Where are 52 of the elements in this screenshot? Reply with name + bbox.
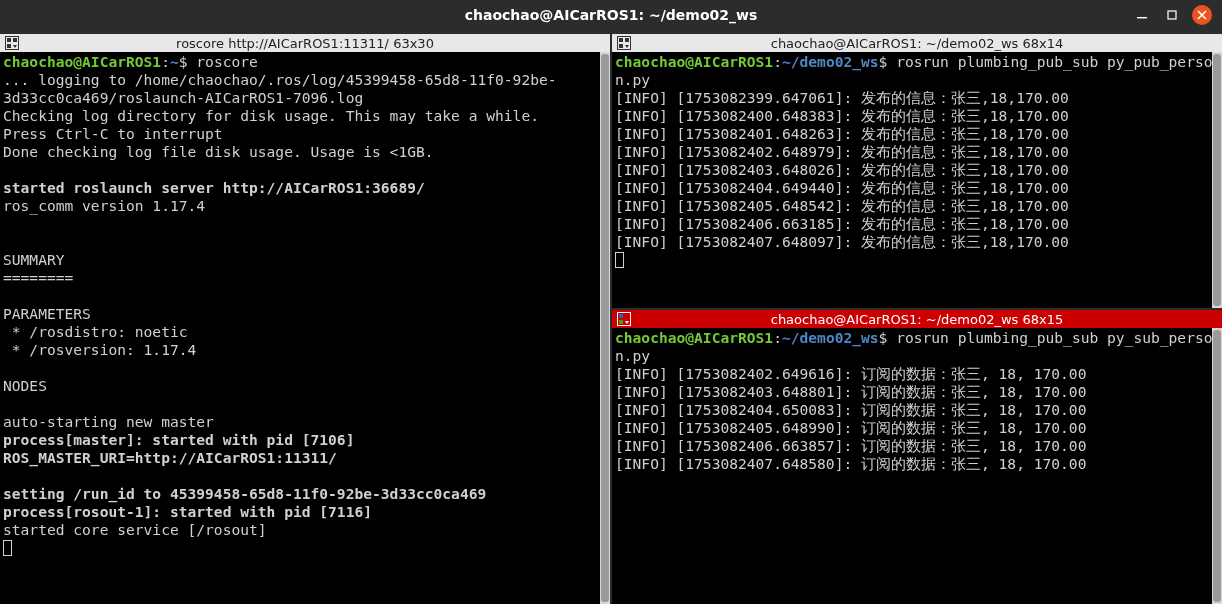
output-line: ros_comm version 1.17.4 <box>3 197 207 215</box>
output-line: n.py <box>615 347 652 365</box>
output-line: ======== <box>3 269 75 287</box>
output-line: ROS_MASTER_URI=http://AICarROS1:11311/ <box>3 449 338 467</box>
scrollbar[interactable] <box>1212 52 1222 308</box>
output-line: Done checking log file disk usage. Usage is <1GB. <box>3 143 435 161</box>
output-line: * /rosdistro: noetic <box>10 323 189 341</box>
output-line: [INFO] [1753082405.648990]: 订阅的数据：张三, 18, 170.00 <box>615 419 1088 437</box>
output-line: 3d33cc0ca469/roslaunch-AICarROS1-7096.log <box>3 89 365 107</box>
output-line: setting /run_id to 45399458-65d8-11f0-92be-3d33cc0ca469 <box>3 485 488 503</box>
output-line: [INFO] [1753082404.650083]: 订阅的数据：张三, 18, 170.00 <box>615 401 1088 419</box>
output-line: [INFO] [1753082403.648026]: 发布的信息：张三,18,170.00 <box>615 161 1070 179</box>
output-line: [INFO] [1753082404.649440]: 发布的信息：张三,18,170.00 <box>615 179 1070 197</box>
pane-title: chaochao@AICarROS1: ~/demo02_ws 68x14 <box>770 35 1064 51</box>
output-line: [INFO] [1753082406.663857]: 订阅的数据：张三, 18, 170.00 <box>615 437 1088 455</box>
text-cursor <box>3 540 12 556</box>
scrollbar[interactable] <box>600 52 610 604</box>
output-line: n.py <box>615 71 652 89</box>
output-line: NODES <box>3 377 48 395</box>
output-line: process[rosout-1]: started with pid [7116] <box>3 503 374 521</box>
close-button[interactable] <box>1192 5 1212 25</box>
pane-title: chaochao@AICarROS1: ~/demo02_ws 68x15 <box>770 311 1064 327</box>
output-line: started roslaunch server http://AICarROS1:36689/ <box>3 179 426 197</box>
output-line: SUMMARY <box>3 251 66 269</box>
output-line: PARAMETERS <box>3 305 92 323</box>
output-line: started core service [/rosout] <box>3 521 268 539</box>
scrollbar[interactable] <box>1212 328 1222 604</box>
output-line: [INFO] [1753082405.648542]: 发布的信息：张三,18,170.00 <box>615 197 1070 215</box>
terminal-grid-icon[interactable] <box>617 36 631 50</box>
output-line: [INFO] [1753082402.648979]: 发布的信息：张三,18,170.00 <box>615 143 1070 161</box>
output-line: auto-starting new master <box>3 413 215 431</box>
output-line: [INFO] [1753082401.648263]: 发布的信息：张三,18,170.00 <box>615 125 1070 143</box>
prompt-line: chaochao@AICarROS1:~$ roscore <box>3 53 259 71</box>
output-line: [INFO] [1753082407.648097]: 发布的信息：张三,18,170.00 <box>615 233 1070 251</box>
text-cursor <box>615 252 624 268</box>
close-icon <box>1197 10 1207 20</box>
output-line: [INFO] [1753082399.647061]: 发布的信息：张三,18,170.00 <box>615 89 1070 107</box>
minimize-icon <box>1137 17 1147 19</box>
output-line: Checking log directory for disk usage. This may take a while. <box>3 107 540 125</box>
output-line: [INFO] [1753082402.649616]: 订阅的数据：张三, 18, 170.00 <box>615 365 1088 383</box>
output-line: [INFO] [1753082406.663185]: 发布的信息：张三,18,170.00 <box>615 215 1070 233</box>
output-line: [INFO] [1753082407.648580]: 订阅的数据：张三, 18, 170.00 <box>615 455 1088 473</box>
window-title: chaochao@AICarROS1: ~/demo02_ws <box>464 7 758 23</box>
output-line: Press Ctrl-C to interrupt <box>3 125 224 143</box>
output-line: [INFO] [1753082400.648383]: 发布的信息：张三,18,170.00 <box>615 107 1070 125</box>
maximize-icon <box>1166 9 1178 21</box>
terminal-grid-icon[interactable] <box>5 36 19 50</box>
output-line: ... logging to /home/chaochao/.ros/log/45399458-65d8-11f0-92be- <box>3 71 558 89</box>
output-line: process[master]: started with pid [7106] <box>3 431 356 449</box>
output-line: [INFO] [1753082403.648801]: 订阅的数据：张三, 18, 170.00 <box>615 383 1088 401</box>
output-line: * /rosversion: 1.17.4 <box>10 341 198 359</box>
pane-title: roscore http://AICarROS1:11311/ 63x30 <box>176 35 434 51</box>
